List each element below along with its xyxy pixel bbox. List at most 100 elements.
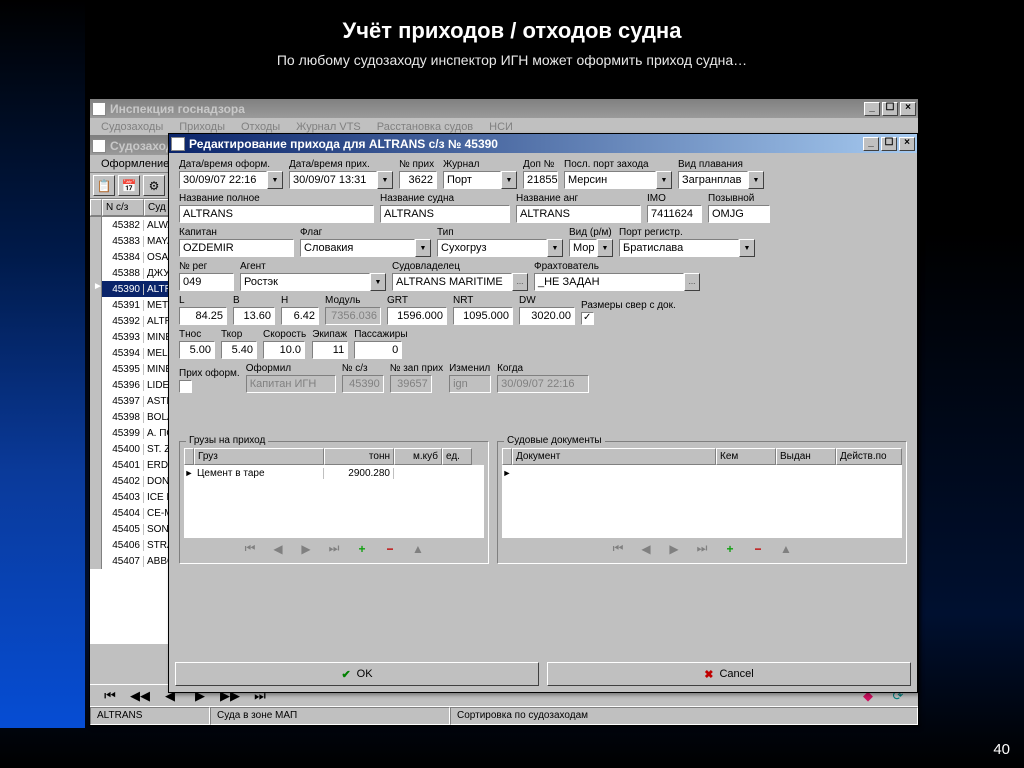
imo-input[interactable]: 7411624 [647, 205, 702, 223]
kind-input[interactable]: Мор [569, 239, 597, 257]
toolbar-button[interactable]: 📅 [118, 175, 140, 196]
cargo-grid[interactable]: Цемент в таре 2900.280 [184, 465, 484, 537]
nav-last-icon[interactable]: ⏭ [324, 541, 344, 556]
nrt-input[interactable]: 1095.000 [453, 307, 513, 325]
label: Название полное [179, 193, 374, 204]
cargo-group-title: Грузы на приход [186, 435, 268, 446]
app-icon [171, 137, 185, 151]
docs-col-issued[interactable]: Выдан [776, 448, 836, 465]
close-button[interactable]: × [899, 137, 915, 151]
speed-input[interactable]: 10.0 [263, 341, 305, 359]
flag-input[interactable]: Словакия [300, 239, 415, 257]
captain-input[interactable]: OZDEMIR [179, 239, 294, 257]
minimize-button[interactable]: _ [864, 102, 880, 116]
chevron-down-icon[interactable]: ▼ [597, 239, 613, 257]
tnos-input[interactable]: 5.00 [179, 341, 215, 359]
nav-add-icon[interactable]: + [720, 542, 740, 556]
callsign-input[interactable]: OMJG [708, 205, 770, 223]
oversize-checkbox[interactable] [581, 312, 594, 325]
cargo-col-tons[interactable]: тонн [324, 448, 394, 465]
nav-del-icon[interactable]: − [380, 542, 400, 556]
menu-item[interactable]: Оформление [94, 156, 176, 172]
journal-input[interactable]: Порт [443, 171, 501, 189]
docs-col-by[interactable]: Кем [716, 448, 776, 465]
chevron-down-icon[interactable]: ▼ [267, 171, 283, 189]
nav-prevpage-icon[interactable]: ◀◀ [128, 688, 152, 704]
sail-type-input[interactable]: Загранплав [678, 171, 748, 189]
name-en-input[interactable]: ALTRANS [516, 205, 641, 223]
nav-prev-icon[interactable]: ◀ [268, 542, 288, 556]
label: GRT [387, 295, 447, 306]
cancel-button[interactable]: ✖Cancel [547, 662, 911, 686]
l-input[interactable]: 84.25 [179, 307, 227, 325]
label: Посл. порт захода [564, 159, 672, 170]
b-input[interactable]: 13.60 [233, 307, 275, 325]
chevron-down-icon[interactable]: ▼ [748, 171, 764, 189]
nav-first-icon[interactable]: ⏮ [240, 541, 260, 556]
nsz-input: 45390 [342, 375, 384, 393]
toolbar-button[interactable]: 📋 [93, 175, 115, 196]
menu-item[interactable]: Судозаходы [94, 119, 170, 135]
label: Флаг [300, 227, 431, 238]
nav-next-icon[interactable]: ▶ [664, 542, 684, 556]
chevron-down-icon[interactable]: ▼ [501, 171, 517, 189]
n-arr-input[interactable]: 3622 [399, 171, 437, 189]
label: Тип [437, 227, 563, 238]
ellipsis-icon[interactable]: … [684, 273, 700, 291]
close-button[interactable]: × [900, 102, 916, 116]
nav-edit-icon[interactable]: ▲ [776, 542, 796, 556]
dialog-titlebar[interactable]: Редактирование прихода для ALTRANS с/з №… [169, 134, 917, 153]
cargo-col-m3[interactable]: м.куб [394, 448, 442, 465]
chevron-down-icon[interactable]: ▼ [377, 171, 393, 189]
nav-next-icon[interactable]: ▶ [296, 542, 316, 556]
last-port-input[interactable]: Мерсин [564, 171, 656, 189]
label: Экипаж [312, 329, 348, 340]
ok-button[interactable]: ✔OK [175, 662, 539, 686]
chevron-down-icon[interactable]: ▼ [739, 239, 755, 257]
chevron-down-icon[interactable]: ▼ [415, 239, 431, 257]
nav-last-icon[interactable]: ⏭ [692, 541, 712, 556]
port-reg-input[interactable]: Братислава [619, 239, 739, 257]
cargo-col-name[interactable]: Груз [194, 448, 324, 465]
nav-edit-icon[interactable]: ▲ [408, 542, 428, 556]
arr-done-checkbox[interactable] [179, 380, 192, 393]
name-full-input[interactable]: ALTRANS [179, 205, 374, 223]
grid-col-id[interactable]: N с/з [102, 199, 144, 216]
name-ship-input[interactable]: ALTRANS [380, 205, 510, 223]
chevron-down-icon[interactable]: ▼ [370, 273, 386, 291]
dt-arr-input[interactable]: 30/09/07 13:31 [289, 171, 377, 189]
minimize-button[interactable]: _ [863, 137, 879, 151]
cargo-col-unit[interactable]: ед. [442, 448, 472, 465]
main-titlebar[interactable]: Инспекция госнадзора _ ☐ × [90, 99, 918, 118]
tkor-input[interactable]: 5.40 [221, 341, 257, 359]
crew-input[interactable]: 11 [312, 341, 348, 359]
maximize-button[interactable]: ☐ [881, 137, 897, 151]
owner-input[interactable]: ALTRANS MARITIME [392, 273, 512, 291]
agent-input[interactable]: Ростэк [240, 273, 370, 291]
reg-no-input[interactable]: 049 [179, 273, 234, 291]
nav-first-icon[interactable]: ⏮ [608, 541, 628, 556]
chevron-down-icon[interactable]: ▼ [656, 171, 672, 189]
chevron-down-icon[interactable]: ▼ [547, 239, 563, 257]
pax-input[interactable]: 0 [354, 341, 402, 359]
docs-col-valid[interactable]: Действ.по [836, 448, 902, 465]
add-no-input[interactable]: 21855 [523, 171, 558, 189]
nav-first-icon[interactable]: ⏮ [98, 688, 122, 704]
label: № с/з [342, 363, 384, 374]
label: Пассажиры [354, 329, 407, 340]
grt-input[interactable]: 1596.000 [387, 307, 447, 325]
app-icon [92, 102, 106, 116]
dt-reg-input[interactable]: 30/09/07 22:16 [179, 171, 267, 189]
docs-grid[interactable] [502, 465, 902, 537]
nav-del-icon[interactable]: − [748, 542, 768, 556]
dw-input[interactable]: 3020.00 [519, 307, 575, 325]
docs-col-doc[interactable]: Документ [512, 448, 716, 465]
maximize-button[interactable]: ☐ [882, 102, 898, 116]
h-input[interactable]: 6.42 [281, 307, 319, 325]
type-input[interactable]: Сухогруз [437, 239, 547, 257]
nav-add-icon[interactable]: + [352, 542, 372, 556]
nav-prev-icon[interactable]: ◀ [636, 542, 656, 556]
ellipsis-icon[interactable]: … [512, 273, 528, 291]
charterer-input[interactable]: _НЕ ЗАДАН [534, 273, 684, 291]
toolbar-button[interactable]: ⚙ [143, 175, 165, 196]
